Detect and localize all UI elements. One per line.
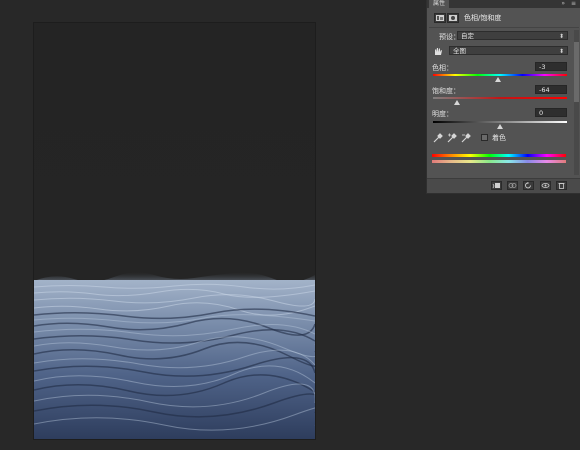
preset-value: 自定 [461,32,474,40]
adjustment-header: 色相/饱和度 [432,11,572,25]
panel-menu-icon[interactable]: » ≡ [561,0,578,8]
panel-tabbar: 属性 » ≡ [427,0,580,8]
preset-dropdown[interactable]: 自定 ⬍ [457,31,568,40]
input-color-spectrum [432,154,566,157]
panel-scrollbar[interactable] [574,30,579,175]
eyedropper-icon[interactable] [433,133,443,143]
adjustment-title: 色相/饱和度 [464,14,502,22]
eyedropper-plus-icon[interactable] [447,133,457,143]
hue-slider-thumb[interactable] [495,77,501,82]
target-adjustment-hand-icon[interactable] [433,46,443,56]
chevron-down-icon: ⬍ [558,48,564,55]
channel-value: 全图 [453,47,466,55]
output-color-spectrum [432,160,566,163]
hue-saturation-layer-icon[interactable] [434,13,446,23]
colorize-label: 着色 [492,134,506,142]
reset-icon[interactable] [523,181,534,190]
colorize-checkbox[interactable] [481,134,488,141]
layer-mask-icon[interactable] [447,13,459,23]
view-previous-state-icon[interactable] [507,181,518,190]
lightness-slider-track[interactable] [433,121,567,123]
saturation-slider-thumb[interactable] [454,100,460,105]
tab-properties[interactable]: 属性 [429,0,450,8]
document-canvas[interactable] [34,23,315,439]
clip-to-layer-icon[interactable] [491,181,502,190]
workspace: 属性 » ≡ 色相/饱和度 预设： 自定 ⬍ 全图 ⬍ 色相： 饱和度： 明度：… [0,0,580,450]
hue-input[interactable]: -3 [535,62,567,71]
panel-scrollbar-thumb[interactable] [574,42,579,102]
visibility-eye-icon[interactable] [540,181,551,190]
delete-icon[interactable] [556,181,567,190]
lightness-label: 明度： [432,110,453,118]
hue-label: 色相： [432,64,453,72]
saturation-input[interactable]: -64 [535,85,567,94]
lightness-input[interactable]: 0 [535,108,567,117]
chevron-down-icon: ⬍ [558,33,564,40]
hue-slider-track[interactable] [433,74,567,76]
panel-footer [427,178,580,193]
lightness-slider-thumb[interactable] [497,124,503,129]
divider [429,27,579,28]
properties-panel: 属性 » ≡ 色相/饱和度 预设： 自定 ⬍ 全图 ⬍ 色相： 饱和度： 明度： [426,0,580,194]
ocean-image [34,23,315,439]
saturation-slider-track[interactable] [433,97,567,99]
eyedropper-minus-icon[interactable] [461,133,471,143]
saturation-label: 饱和度： [432,87,460,95]
channel-dropdown[interactable]: 全图 ⬍ [449,46,568,55]
